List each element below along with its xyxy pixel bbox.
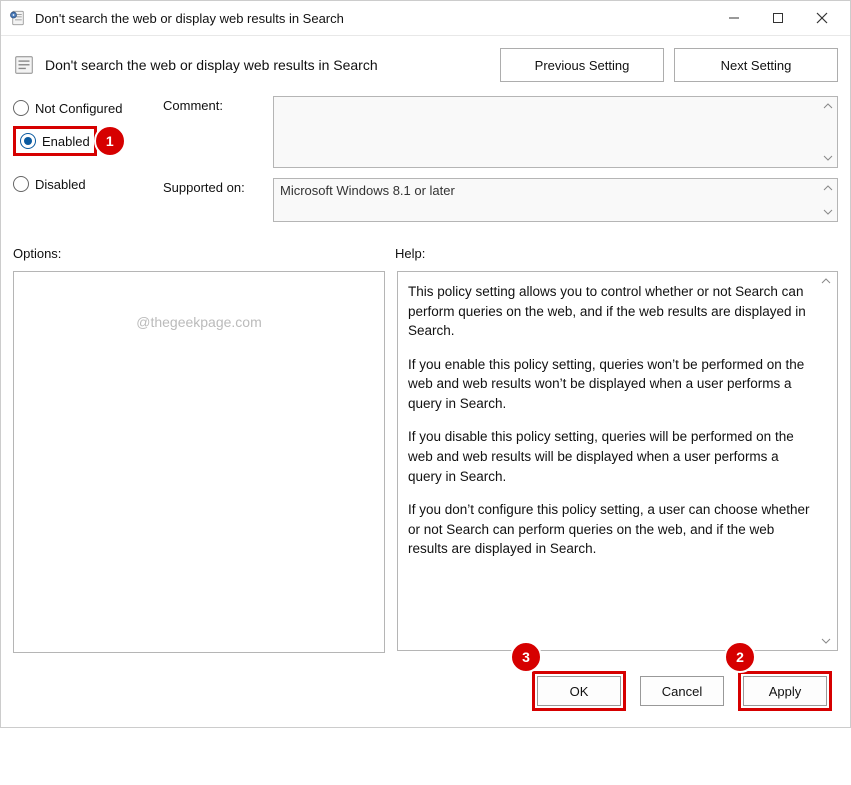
close-button[interactable] [800, 3, 844, 33]
radio-not-configured[interactable]: Not Configured [13, 98, 163, 118]
supported-field: Microsoft Windows 8.1 or later [273, 178, 838, 222]
watermark-text: @thegeekpage.com [136, 314, 262, 330]
footer-buttons: 3 OK Cancel 2 Apply [1, 659, 850, 727]
cancel-button[interactable]: Cancel [640, 676, 724, 706]
comment-field[interactable] [273, 96, 838, 168]
radio-icon [13, 176, 29, 192]
config-section: Not Configured Enabled 1 Disabled Commen… [1, 90, 850, 234]
annotation-marker-2: 2 [724, 641, 756, 673]
maximize-button[interactable] [756, 3, 800, 33]
policy-icon [9, 9, 27, 27]
supported-row: Supported on: Microsoft Windows 8.1 or l… [163, 178, 838, 222]
radio-icon [13, 100, 29, 116]
chevron-down-icon[interactable] [821, 151, 835, 165]
radio-label: Enabled [42, 134, 90, 149]
window-title: Don't search the web or display web resu… [35, 11, 712, 26]
ok-button-wrap: 3 OK [532, 671, 626, 711]
state-column: Not Configured Enabled 1 Disabled [13, 96, 163, 232]
annotation-marker-3: 3 [510, 641, 542, 673]
chevron-down-icon[interactable] [819, 634, 833, 648]
window-controls [712, 3, 844, 33]
title-bar: Don't search the web or display web resu… [1, 1, 850, 36]
fields-column: Comment: Supported on: Microsoft Windows… [163, 96, 838, 232]
apply-button-wrap: 2 Apply [738, 671, 832, 711]
highlight-apply: Apply [738, 671, 832, 711]
apply-button[interactable]: Apply [743, 676, 827, 706]
help-panel: This policy setting allows you to contro… [397, 271, 838, 651]
options-panel: @thegeekpage.com [13, 271, 385, 653]
header-row: Don't search the web or display web resu… [1, 36, 850, 90]
help-label: Help: [395, 246, 838, 261]
policy-title: Don't search the web or display web resu… [45, 57, 490, 73]
radio-label: Disabled [35, 177, 86, 192]
chevron-up-icon[interactable] [821, 99, 835, 113]
minimize-button[interactable] [712, 3, 756, 33]
radio-enabled[interactable]: Enabled [20, 131, 90, 151]
comment-row: Comment: [163, 96, 838, 168]
supported-value: Microsoft Windows 8.1 or later [274, 179, 837, 221]
radio-icon [20, 133, 36, 149]
options-help-body: @thegeekpage.com This policy setting all… [1, 267, 850, 659]
highlight-ok: OK [532, 671, 626, 711]
comment-label: Comment: [163, 96, 273, 168]
radio-disabled[interactable]: Disabled [13, 174, 163, 194]
supported-label: Supported on: [163, 178, 273, 222]
next-setting-button[interactable]: Next Setting [674, 48, 838, 82]
help-paragraph: If you enable this policy setting, queri… [408, 355, 815, 414]
chevron-down-icon[interactable] [821, 205, 835, 219]
help-paragraph: If you don’t configure this policy setti… [408, 500, 815, 559]
radio-label: Not Configured [35, 101, 122, 116]
policy-editor-window: Don't search the web or display web resu… [0, 0, 851, 728]
previous-setting-button[interactable]: Previous Setting [500, 48, 664, 82]
options-help-labels: Options: Help: [1, 234, 850, 267]
chevron-up-icon[interactable] [819, 274, 833, 288]
policy-icon [13, 54, 35, 76]
annotation-marker-1: 1 [94, 125, 126, 157]
highlight-enabled: Enabled 1 [13, 126, 97, 156]
help-paragraph: This policy setting allows you to contro… [408, 282, 815, 341]
options-label: Options: [13, 246, 383, 261]
help-paragraph: If you disable this policy setting, quer… [408, 427, 815, 486]
comment-value [274, 97, 837, 167]
chevron-up-icon[interactable] [821, 181, 835, 195]
ok-button[interactable]: OK [537, 676, 621, 706]
